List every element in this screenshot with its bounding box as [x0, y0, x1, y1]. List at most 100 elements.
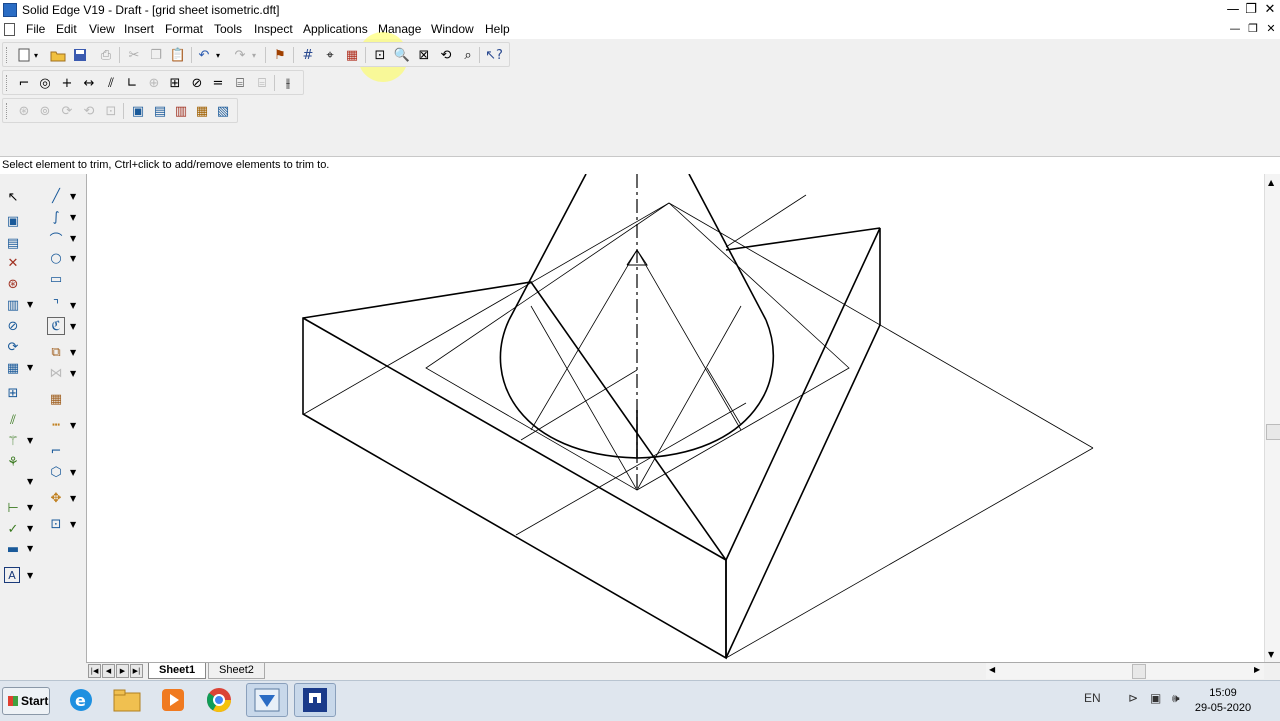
mirror-icon[interactable]: ⋈	[47, 364, 65, 382]
fit-icon[interactable]: ⊠	[415, 46, 433, 64]
tool-icon-7[interactable]: ⊘	[4, 317, 22, 335]
menu-file[interactable]: File	[24, 22, 47, 36]
clock[interactable]: 15:09 29-05-2020	[1190, 686, 1256, 716]
view-icon-2[interactable]: ▤	[151, 102, 169, 120]
menu-applications[interactable]: Applications	[301, 22, 370, 36]
chevron-down-icon[interactable]: ▾	[249, 46, 259, 64]
toolbar-grip[interactable]	[6, 75, 10, 91]
hscroll-thumb[interactable]	[1132, 664, 1146, 679]
solid-edge-app-icon[interactable]	[3, 3, 17, 17]
chevron-down-icon[interactable]: ▼	[70, 254, 76, 263]
tool-icon-13[interactable]: ⚘	[4, 453, 22, 471]
close-button[interactable]: ✕	[1261, 2, 1279, 18]
curve-icon[interactable]: ∫	[47, 208, 65, 226]
zoom-area-icon[interactable]: ⊡	[371, 46, 389, 64]
chevron-down-icon[interactable]: ▼	[27, 436, 33, 445]
menu-view[interactable]: View	[87, 22, 117, 36]
tool-icon-15[interactable]: ✓	[4, 520, 22, 538]
toolbar-grip[interactable]	[6, 47, 10, 63]
start-button[interactable]: Start	[2, 687, 50, 715]
bookmark-icon[interactable]: ⚑	[271, 46, 289, 64]
chevron-down-icon[interactable]: ▼	[70, 494, 76, 503]
chevron-down-icon[interactable]: ▼	[70, 520, 76, 529]
help-icon[interactable]: ↖?	[485, 46, 503, 64]
select-icon[interactable]: ↖	[4, 188, 22, 206]
circle-icon[interactable]: ○	[47, 249, 65, 267]
paste-icon[interactable]: 📋	[169, 46, 187, 64]
symmetric-icon[interactable]: ⌸	[231, 74, 249, 92]
section-view-icon[interactable]: ⊡	[102, 102, 120, 120]
scroll-thumb[interactable]	[1266, 424, 1280, 440]
chevron-down-icon[interactable]: ▼	[27, 503, 33, 512]
tangent-icon[interactable]: ⊘	[188, 74, 206, 92]
lock-icon[interactable]: ⊕	[145, 74, 163, 92]
rigid-set-icon[interactable]: ⊞	[166, 74, 184, 92]
menu-tools[interactable]: Tools	[212, 22, 244, 36]
tool-icon-10[interactable]: ⊞	[4, 384, 22, 402]
principal-view-icon[interactable]: ⊚	[36, 102, 54, 120]
view-wizard-icon[interactable]: ⊛	[15, 102, 33, 120]
arc-icon[interactable]: ⌒	[47, 229, 65, 248]
drawing-canvas[interactable]	[86, 174, 1265, 662]
undo-icon[interactable]: ↶	[195, 46, 213, 64]
cut-icon[interactable]: ✂	[125, 46, 143, 64]
chevron-down-icon[interactable]: ▾	[213, 46, 223, 64]
dimension-icon[interactable]: ┅	[47, 416, 65, 434]
copy-icon[interactable]: ❐	[147, 46, 165, 64]
language-indicator[interactable]: EN	[1084, 691, 1101, 705]
magnifier-icon[interactable]: ⌕	[459, 46, 477, 64]
chevron-down-icon[interactable]: ▼	[70, 322, 76, 331]
line-icon[interactable]: ╱	[47, 187, 65, 205]
tool-icon-8[interactable]: ⟳	[4, 338, 22, 356]
tool-icon-6[interactable]: ▥	[4, 296, 22, 314]
chevron-down-icon[interactable]: ▼	[70, 192, 76, 201]
open-icon[interactable]	[49, 46, 67, 64]
tool-icon-3[interactable]: ▤	[4, 234, 22, 252]
rectangle-icon[interactable]: ▭	[47, 270, 65, 288]
doc-close-button[interactable]: ✕	[1262, 21, 1280, 37]
menu-insert[interactable]: Insert	[122, 22, 156, 36]
offset-icon[interactable]: ⧉	[47, 343, 65, 361]
file-explorer-icon[interactable]	[106, 683, 148, 717]
toolbar-grip[interactable]	[6, 103, 10, 119]
concentric-icon[interactable]: ◎	[36, 74, 54, 92]
pan-icon[interactable]: ⟲	[437, 46, 455, 64]
auxiliary-view-icon[interactable]: ⟳	[58, 102, 76, 120]
fillet-icon[interactable]: ⌝	[47, 296, 65, 314]
properties-icon[interactable]: ▦	[343, 46, 361, 64]
chevron-down-icon[interactable]: ▼	[27, 300, 33, 309]
show-hidden-icon[interactable]: ⊳	[1128, 691, 1138, 705]
tab-sheet1[interactable]: Sheet1	[148, 663, 207, 679]
view-icon-4[interactable]: ▦	[193, 102, 211, 120]
perpendicular-icon[interactable]: ∟	[123, 74, 141, 92]
cross-icon[interactable]: +	[58, 74, 76, 92]
tool-icon-2[interactable]: ▣	[4, 212, 22, 230]
prev-sheet-icon[interactable]: ◀	[102, 664, 115, 678]
menu-help[interactable]: Help	[483, 22, 512, 36]
network-icon[interactable]: ▣	[1150, 691, 1161, 705]
chevron-down-icon[interactable]: ▼	[27, 571, 33, 580]
print-icon[interactable]: ⎙	[97, 46, 115, 64]
next-sheet-icon[interactable]: ▶	[116, 664, 129, 678]
redo-icon[interactable]: ↷	[231, 46, 249, 64]
menu-format[interactable]: Format	[163, 22, 205, 36]
menu-window[interactable]: Window	[429, 22, 476, 36]
scroll-up-icon[interactable]: ▲	[1268, 178, 1274, 187]
move-icon[interactable]: ✥	[47, 489, 65, 507]
equal-icon[interactable]: =	[209, 74, 227, 92]
zoom-icon[interactable]: 🔍	[393, 46, 411, 64]
view-icon-5[interactable]: ▧	[214, 102, 232, 120]
snap-icon[interactable]: ⌖	[321, 46, 339, 64]
tab-sheet2[interactable]: Sheet2	[208, 663, 265, 679]
update-views-icon[interactable]: ▣	[129, 102, 147, 120]
scroll-left-icon[interactable]: ◀	[989, 665, 995, 674]
trim-icon[interactable]: ℭ	[47, 317, 65, 335]
chevron-down-icon[interactable]: ▼	[70, 369, 76, 378]
powerpoint-icon[interactable]	[294, 683, 336, 717]
chrome-icon[interactable]	[198, 683, 240, 717]
last-sheet-icon[interactable]: ▶|	[130, 664, 143, 678]
chevron-down-icon[interactable]: ▼	[70, 348, 76, 357]
view-icon-3[interactable]: ▥	[172, 102, 190, 120]
doc-minimize-button[interactable]: —	[1226, 21, 1244, 37]
chevron-down-icon[interactable]: ▼	[70, 213, 76, 222]
